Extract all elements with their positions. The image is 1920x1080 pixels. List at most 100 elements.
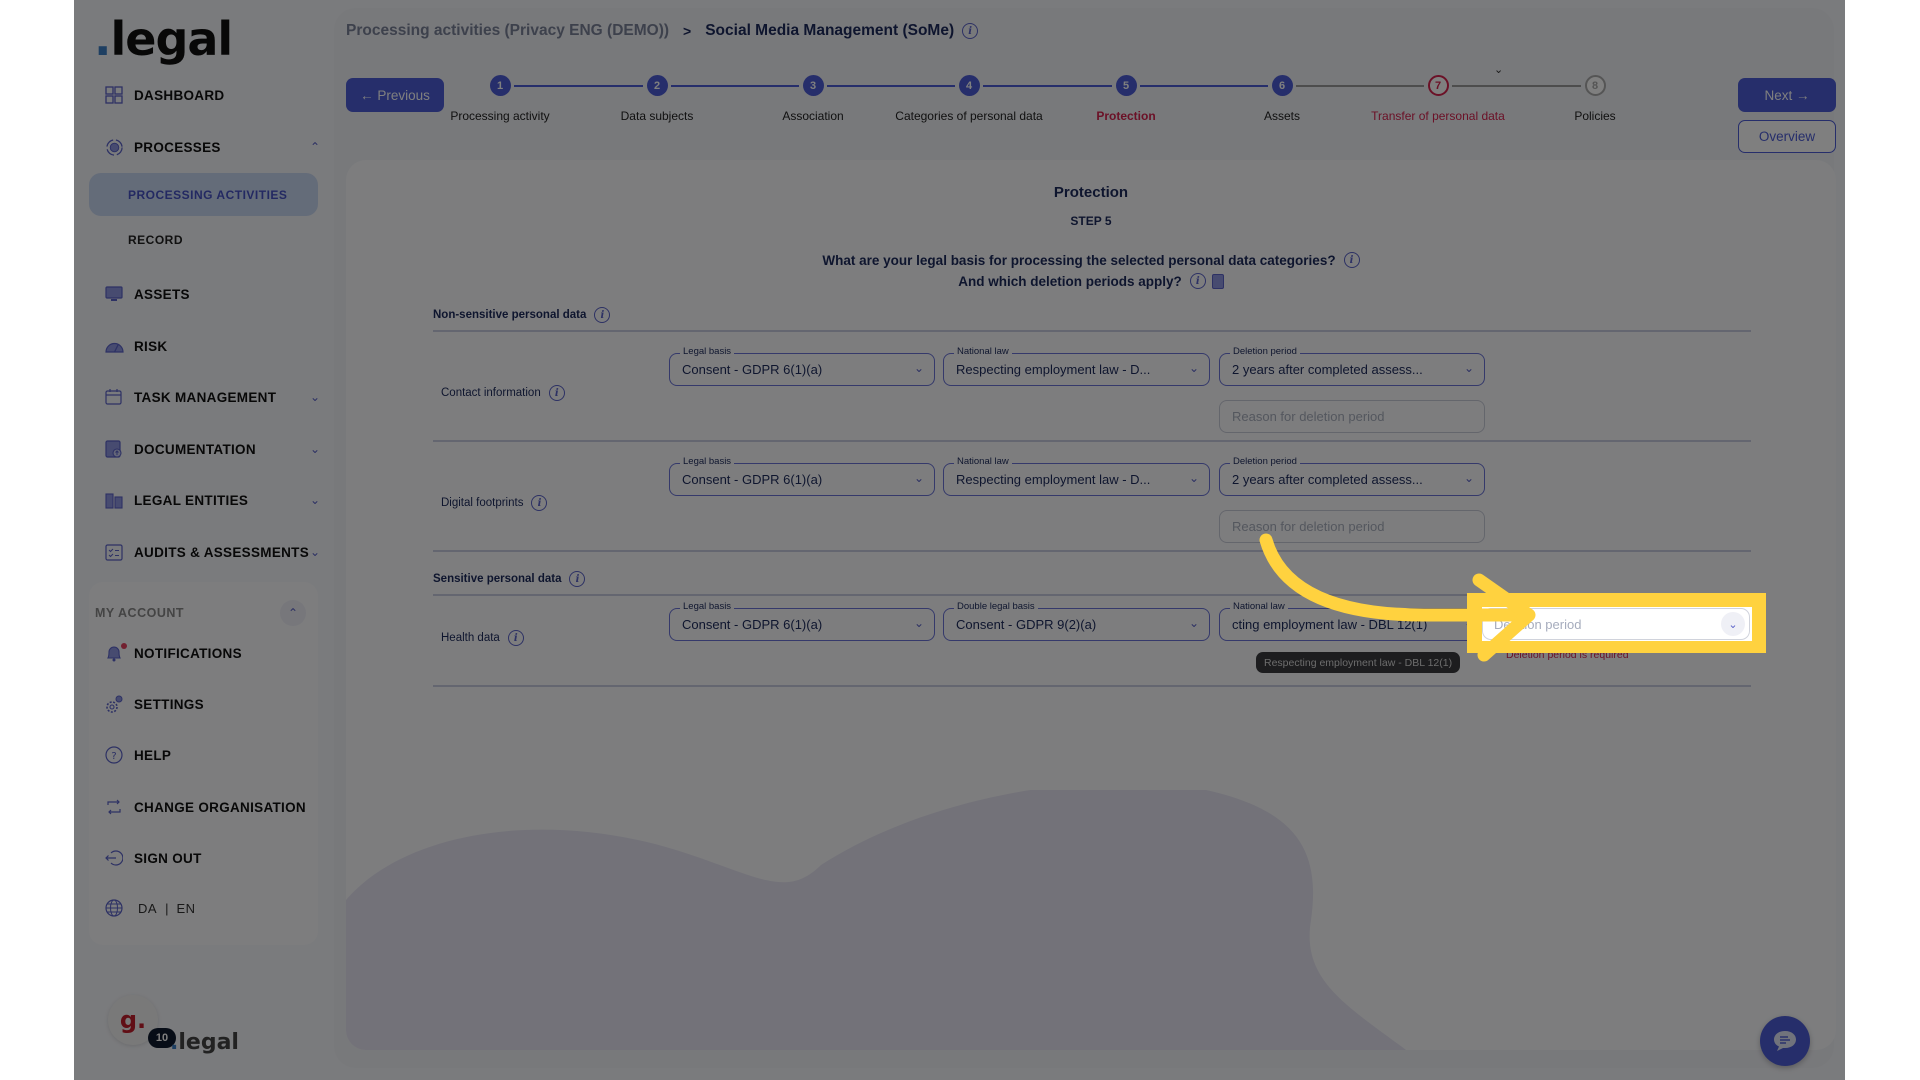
info-icon[interactable]: i [594,307,611,323]
notification-dot [121,643,127,649]
chevron-down-icon: ⌄ [1188,471,1199,485]
sidebar-item-legal-entities[interactable]: LEGAL ENTITIES ⌄ [104,487,324,513]
step-number: 4 [958,75,980,96]
step-number: 2 [646,75,668,96]
sidebar-item-sign-out[interactable]: SIGN OUT [104,845,324,871]
chevron-down-icon[interactable]: ⌄ [306,442,324,456]
non-sensitive-section-label: Non-sensitive personal data i [433,307,611,323]
overview-button[interactable]: Overview [1738,120,1836,153]
sidebar-item-settings[interactable]: SETTINGS [104,691,324,717]
sidebar-item-label: LEGAL ENTITIES [134,492,249,508]
chevron-down-icon: ⌄ [913,471,924,485]
category-name: Contact information [441,387,541,399]
chevron-down-icon[interactable]: ⌄ [306,545,324,559]
sidebar-subitem-processing-activities[interactable]: PROCESSING ACTIVITIES [89,173,318,216]
next-button[interactable]: Next → [1738,78,1836,112]
step-number: 1 [489,75,511,96]
chevron-up-icon[interactable]: ⌃ [306,140,324,154]
sidebar-item-label: ASSETS [134,286,190,302]
sidebar-item-label: SIGN OUT [134,850,202,866]
sidebar-subitem-record[interactable]: RECORD [128,233,183,247]
divider [433,440,1751,442]
step-number: 6 [1271,75,1293,96]
info-icon[interactable]: i [1343,252,1360,268]
stepper: ⌄ 1 Processing activity 2 Data subjects 3 Ass… [334,8,1834,138]
national-law-tooltip: Respecting employment law - DBL 12(1) [1256,652,1461,673]
reason-for-deletion-input[interactable] [1219,510,1485,543]
field-value: Consent - GDPR 6(1)(a) [682,617,823,632]
sidebar-item-task-management[interactable]: TASK MANAGEMENT ⌄ [104,384,324,410]
sidebar-item-change-organisation[interactable]: CHANGE ORGANISATION [104,794,324,820]
chevron-down-icon: ⌄ [913,361,924,375]
section-title: Sensitive personal data [433,573,562,585]
form-title: Protection [1053,184,1129,201]
national-law-select[interactable]: National law Respecting employment law -… [943,346,1210,386]
logo-dot: . [94,12,112,66]
national-law-select[interactable]: National law Respecting employment law -… [943,456,1210,496]
app-screen: .legal DASHBOARD PROCESSES ⌃ PROCESSING … [74,0,1845,1080]
chat-button[interactable] [1760,1016,1810,1066]
legal-basis-select[interactable]: Legal basis Consent - GDPR 6(1)(a) ⌄ [669,456,935,496]
category-label-contact-information: Contact information i [441,385,565,401]
decorative-wave [346,790,1406,1050]
field-label: Legal basis [680,346,735,357]
chevron-up-icon[interactable]: ⌃ [280,600,306,626]
info-icon[interactable]: i [569,571,586,587]
sidebar-item-risk[interactable]: RISK [104,333,324,359]
clipboard-icon[interactable] [1211,273,1224,289]
app-logo[interactable]: .legal [94,12,233,66]
field-value: cting employment law - DBL 12(1) [1232,617,1428,632]
chevron-down-icon: ⌄ [1188,361,1199,375]
legal-basis-select[interactable]: Legal basis Consent - GDPR 6(1)(a) ⌄ [669,601,935,641]
deletion-period-select[interactable]: Deletion period 2 years after completed … [1219,346,1485,386]
divider [433,550,1751,552]
sidebar-item-audits-assessments[interactable]: AUDITS & ASSESSMENTS ⌄ [104,539,324,565]
sidebar-item-label: TASK MANAGEMENT [134,389,277,405]
step-number: 5 [1115,75,1137,96]
sidebar-item-label: HELP [134,747,172,763]
sidebar-item-label: SETTINGS [134,696,204,712]
info-icon[interactable]: i [507,630,524,646]
field-label: National law [954,456,1012,467]
chevron-down-icon[interactable]: ⌄ [306,390,324,404]
app: .legal DASHBOARD PROCESSES ⌃ PROCESSING … [74,0,1845,1080]
chevron-down-icon[interactable]: ⌄ [306,493,324,507]
info-icon[interactable]: i [548,385,565,401]
language-en[interactable]: EN [176,901,195,916]
step-8[interactable]: 8 Policies [1495,75,1695,123]
assets-icon [104,284,124,304]
sidebar-item-notifications[interactable]: NOTIFICATIONS [104,640,324,666]
deletion-period-question: And which deletion periods apply? i [346,273,1836,289]
double-legal-basis-select[interactable]: Double legal basis Consent - GDPR 9(2)(a… [943,601,1210,641]
field-value: Consent - GDPR 6(1)(a) [682,472,823,487]
sidebar-item-label: PROCESSES [134,139,221,155]
national-law-select[interactable]: National law cting employment law - DBL … [1219,601,1485,641]
task-calendar-icon [104,387,124,407]
question-text: What are your legal basis for processing… [822,252,1336,268]
sidebar-item-documentation[interactable]: DOCUMENTATION ⌄ [104,436,324,462]
step-number: 8 [1584,75,1606,96]
legal-basis-select[interactable]: Legal basis Consent - GDPR 6(1)(a) ⌄ [669,346,935,386]
field-label: Double legal basis [954,601,1038,612]
swap-icon [104,797,124,817]
step-label: Policies [1574,109,1616,123]
health-data-deletion-period-select[interactable]: Deletion period ⌄ [1482,608,1750,640]
sidebar-item-dashboard[interactable]: DASHBOARD [104,82,324,108]
divider [433,330,1751,332]
chevron-down-icon: ⌄ [1188,616,1199,630]
sidebar-item-processes[interactable]: PROCESSES ⌃ [104,134,324,160]
help-circle-icon: ? [104,745,124,765]
language-da[interactable]: DA [138,901,157,916]
field-label: Deletion period [1230,346,1300,357]
category-name: Health data [441,632,500,644]
field-value: Consent - GDPR 6(1)(a) [682,362,823,377]
field-value: Respecting employment law - D... [956,472,1151,487]
deletion-period-select[interactable]: Deletion period 2 years after completed … [1219,456,1485,496]
info-icon[interactable]: i [531,495,548,511]
sidebar-item-assets[interactable]: ASSETS [104,281,324,307]
sidebar-subitem-label: PROCESSING ACTIVITIES [128,187,288,202]
sidebar-item-help[interactable]: ? HELP [104,742,324,768]
reason-for-deletion-input[interactable] [1219,400,1485,433]
svg-text:?: ? [111,751,116,762]
info-icon[interactable]: i [1189,273,1206,289]
